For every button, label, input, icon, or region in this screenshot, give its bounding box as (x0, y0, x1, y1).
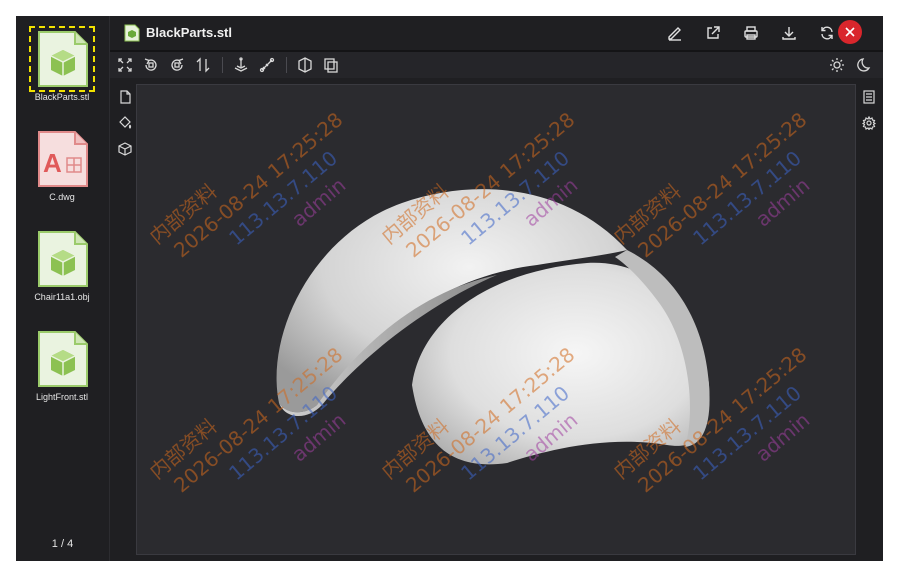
file-type-icon (124, 24, 140, 42)
list-panel-icon[interactable] (862, 90, 876, 104)
thumbnail-label: Chair11a1.obj (34, 292, 90, 302)
refresh-icon[interactable] (818, 24, 836, 42)
close-button[interactable] (838, 20, 862, 44)
viewer-window: BlackParts.stl A C.dwg Chair11a1.obj Lig… (16, 16, 883, 561)
close-icon (845, 27, 855, 37)
thumbnail-label: LightFront.stl (35, 392, 89, 402)
fit-view-icon[interactable] (116, 56, 134, 74)
brightness-icon[interactable] (828, 56, 846, 74)
flip-vertical-icon[interactable] (194, 56, 212, 74)
model-file-icon (33, 330, 91, 388)
document-icon[interactable] (118, 90, 132, 104)
measure-icon[interactable] (258, 56, 276, 74)
rotate-right-icon[interactable] (168, 56, 186, 74)
3d-viewport[interactable]: 内部资料 2026-08-24 17:25:28 113.13.7.110 ad… (136, 84, 856, 555)
thumbnail-label: C.dwg (49, 192, 75, 202)
cube-icon[interactable] (118, 142, 132, 156)
model-render: 内部资料 2026-08-24 17:25:28 113.13.7.110 ad… (145, 107, 814, 497)
toolbar-divider (286, 57, 287, 73)
thumbnail-chair[interactable]: Chair11a1.obj (30, 230, 94, 302)
thumbnail-c-dwg[interactable]: A C.dwg (30, 130, 94, 202)
paint-bucket-icon[interactable] (118, 116, 132, 130)
file-title: BlackParts.stl (146, 25, 232, 40)
thumbnail-strip[interactable]: BlackParts.stl A C.dwg Chair11a1.obj Lig… (16, 16, 110, 561)
section-icon[interactable] (296, 56, 314, 74)
thumbnail-label: BlackParts.stl (34, 92, 90, 102)
svg-text:A: A (43, 148, 62, 178)
printer-icon[interactable] (742, 24, 760, 42)
viewer-toolbar (110, 52, 883, 78)
model-file-icon (29, 26, 95, 92)
toolbar-divider (222, 57, 223, 73)
download-icon[interactable] (780, 24, 798, 42)
axis-anchor-icon[interactable] (232, 56, 250, 74)
rotate-left-icon[interactable] (142, 56, 160, 74)
title-bar: BlackParts.stl (110, 16, 883, 52)
settings-icon[interactable] (862, 116, 876, 130)
external-link-icon[interactable] (704, 24, 722, 42)
dark-mode-icon[interactable] (856, 56, 874, 74)
thumbnail-lightfront[interactable]: LightFront.stl (30, 330, 94, 402)
model-file-icon (33, 230, 91, 288)
thumbnail-blackparts[interactable]: BlackParts.stl (29, 26, 95, 102)
dwg-file-icon: A (33, 130, 91, 188)
explode-view-icon[interactable] (322, 56, 340, 74)
page-counter: 1 / 4 (51, 538, 74, 550)
pencil-icon[interactable] (666, 24, 684, 42)
